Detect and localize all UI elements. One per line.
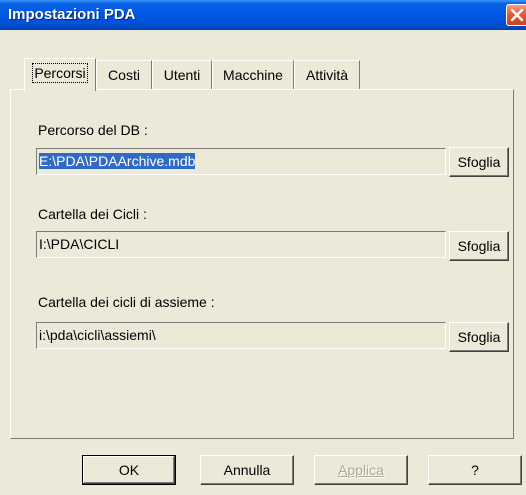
db-path-label: Percorso del DB : — [38, 122, 148, 138]
tab-utenti[interactable]: Utenti — [152, 60, 212, 89]
ok-label: OK — [118, 462, 140, 478]
tab-label: Attività — [305, 67, 348, 83]
assembly-cycles-label: Cartella dei cicli di assieme : — [38, 294, 215, 310]
cancel-button[interactable]: Annulla — [200, 455, 294, 485]
close-button[interactable] — [506, 4, 526, 26]
browse-cycles-button[interactable]: Sfoglia — [449, 231, 509, 261]
settings-dialog: Impostazioni PDA Percorsi Costi Utenti M… — [0, 0, 526, 495]
tab-costi[interactable]: Costi — [96, 60, 152, 89]
db-path-input[interactable]: E:\PDA\PDAArchive.mdb — [36, 148, 446, 175]
cancel-label: Annulla — [223, 462, 271, 478]
help-button[interactable]: ? — [428, 455, 522, 485]
tab-label: Percorsi — [32, 63, 88, 83]
browse-db-button[interactable]: Sfoglia — [449, 147, 509, 177]
tab-label: Macchine — [223, 67, 283, 83]
close-icon — [510, 8, 524, 22]
tab-attivita[interactable]: Attività — [294, 60, 360, 89]
title-bar[interactable]: Impostazioni PDA — [0, 0, 526, 30]
cycles-folder-input[interactable]: I:\PDA\CICLI — [36, 231, 446, 258]
browse-assembly-button[interactable]: Sfoglia — [449, 322, 509, 352]
tab-label: Utenti — [163, 67, 201, 83]
tab-macchine[interactable]: Macchine — [212, 60, 294, 89]
window-title: Impostazioni PDA — [8, 6, 136, 23]
ok-button[interactable]: OK — [82, 455, 176, 485]
assembly-cycles-value: i:\pda\cicli\assiemi\ — [39, 327, 156, 343]
tab-label: Costi — [108, 67, 140, 83]
cycles-folder-value: I:\PDA\CICLI — [39, 236, 120, 252]
cycles-folder-label: Cartella dei Cicli : — [38, 206, 147, 222]
tab-percorsi[interactable]: Percorsi — [24, 58, 96, 91]
help-label: ? — [471, 462, 479, 478]
assembly-cycles-input[interactable]: i:\pda\cicli\assiemi\ — [36, 322, 446, 349]
tab-panel-percorsi — [10, 89, 514, 439]
apply-button[interactable]: Applica — [314, 455, 408, 485]
apply-label: Applica — [338, 462, 384, 478]
db-path-value: E:\PDA\PDAArchive.mdb — [39, 153, 196, 169]
